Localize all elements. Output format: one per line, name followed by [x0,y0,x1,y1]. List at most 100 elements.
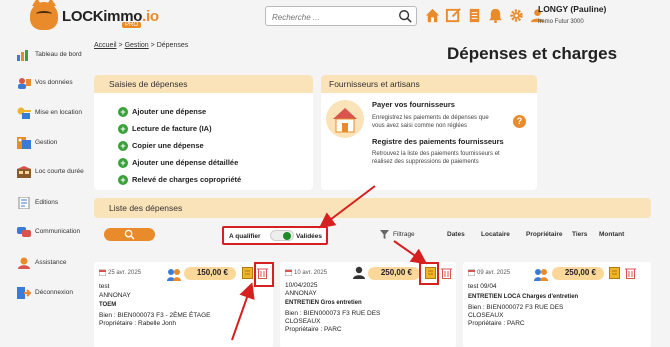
home-icon[interactable] [424,7,441,24]
expense-owner: Propriétaire : PARC [468,320,525,327]
sidebar-item-label: Déconnexion [35,288,73,296]
qualification-toggle: A qualifier Validées [222,226,328,245]
expense-amount: 250,00 € [368,267,420,280]
toggle-label-validated[interactable]: Validées [296,233,322,240]
sidebar-item-rental[interactable]: Mise en location [17,106,97,119]
add-detailed-expense-button[interactable]: + Ajouter une dépense détaillée [118,154,241,171]
expense-owner: Propriétaire : Rabelle Jonh [99,320,176,327]
expense-property: Bien : BIEN000073 F3 RUE DES [285,310,381,317]
pay-suppliers-description: Enregistrez les paiements de dépenses qu… [372,115,489,129]
dashboard-icon [17,48,31,61]
management-icon [17,136,31,149]
document-icon[interactable] [242,267,253,279]
sidebar-item-short-term[interactable]: Loc courte durée [17,165,97,178]
plus-icon: + [118,140,128,151]
expense-label: test 09/04 [468,283,497,290]
data-icon [17,76,31,89]
house-icon [326,100,364,138]
document-icon[interactable] [609,267,620,279]
validated-toggle-switch[interactable] [270,230,294,241]
search-icon [124,229,135,240]
brand-badge: PRO [122,22,142,28]
search-icon[interactable] [398,9,412,23]
action-label: Lecture de facture (IA) [132,124,212,133]
sidebar-item-assistance[interactable]: Assistance [17,256,97,269]
sidebar-item-label: Editions [35,198,59,206]
short-term-icon [17,165,31,178]
sidebar-item-label: Gestion [35,138,58,146]
expense-category: ENTRETIEN LOCA Charges d'entretien [468,294,579,300]
document-highlight-box [419,262,439,285]
page-title: Dépenses et charges [447,44,618,63]
expense-property-cont: CLOSEAUX [285,318,321,325]
delete-highlight-box [254,262,274,287]
filter-label: Filtrage [393,231,415,238]
filter-button[interactable]: Filtrage [380,230,415,239]
bell-icon[interactable] [487,7,504,24]
pay-suppliers-link[interactable]: Payer vos fournisseurs [372,100,455,109]
expense-entry-title: Saisies de dépenses [94,75,313,93]
sidebar-item-logout[interactable]: Déconnexion [17,286,97,299]
column-tenant[interactable]: Locataire [481,231,510,238]
breadcrumb-current: Dépenses [156,42,189,49]
expense-city: ANNONAY [99,292,131,299]
app-logo[interactable]: LOCKimmo.io PRO [30,0,159,32]
sidebar-item-dashboard[interactable]: Tableau de bord [17,48,97,61]
sidebar-item-editions[interactable]: Editions [17,196,97,210]
sidebar-item-communication[interactable]: Communication [17,225,97,237]
toolbar-icons [424,7,546,25]
plus-icon: + [118,123,128,134]
read-invoice-ai-button[interactable]: + Lecture de facture (IA) [118,120,241,137]
filter-icon [380,230,389,239]
expense-date: 10 avr. 2025 [294,269,328,276]
delete-icon[interactable] [441,267,452,279]
delete-icon[interactable] [625,267,636,279]
expense-label: test [99,283,110,290]
toggle-label-to-qualify[interactable]: A qualifier [229,233,261,240]
gear-icon[interactable] [508,7,525,24]
breadcrumb: Accueil > Gestion > Dépenses [94,42,188,49]
column-third-party[interactable]: Tiers [572,231,587,238]
editions-icon [17,196,31,210]
user-info[interactable]: LONGY (Pauline) Immo Futur 3000 [538,4,606,25]
search-input[interactable] [266,8,391,27]
help-button[interactable]: ? [513,115,526,128]
breadcrumb-section-link[interactable]: Gestion [125,42,149,49]
people-icon [167,269,181,281]
calendar-icon [468,269,475,276]
copy-expense-button[interactable]: + Copier une dépense [118,137,241,154]
arrow-to-document [393,240,428,265]
expense-card[interactable]: 25 avr. 2025 150,00 € test ANNONAY TOEM … [94,262,273,347]
expense-search-button[interactable] [104,228,155,241]
rental-icon [17,106,31,119]
expense-category: TOEM [99,302,117,308]
column-owner[interactable]: Propriétaire [526,231,563,238]
condo-charges-statement-button[interactable]: + Relevé de charges copropriété [118,171,241,188]
suppliers-card: Fournisseurs et artisans Payer vos fourn… [321,75,537,190]
document-icon[interactable] [466,7,483,24]
brand-suffix: .io [142,8,159,25]
sidebar-item-label: Mise en location [35,108,82,116]
column-dates[interactable]: Dates [447,231,465,238]
supplier-payments-register-link[interactable]: Registre des paiements fournisseurs [372,137,504,146]
sidebar-item-management[interactable]: Gestion [17,136,97,149]
sidebar-item-label: Tableau de bord [35,50,82,58]
logout-icon [17,286,32,299]
plus-icon: + [118,106,128,117]
sidebar-item-data[interactable]: Vos données [17,76,97,89]
expense-actions-list: + Ajouter une dépense + Lecture de facture… [118,103,241,188]
expense-property-cont: CLOSEAUX [468,312,504,319]
breadcrumb-separator: > [150,42,155,49]
column-amount[interactable]: Montant [599,231,624,238]
suppliers-title: Fournisseurs et artisans [321,75,537,93]
sidebar-item-label: Vos données [35,78,73,86]
expense-property: Bien : BIEN000073 F3 - 2ÈME ÉTAGE [99,312,211,319]
sidebar-item-label: Assistance [35,258,67,266]
calendar-icon [99,269,106,276]
expense-category: ENTRETIEN Gros entretien [285,300,362,306]
edit-icon[interactable] [445,7,462,24]
expense-card[interactable]: 09 avr. 2025 250,00 € test 09/04 ENTRETI… [463,262,651,347]
breadcrumb-home-link[interactable]: Accueil [94,42,117,49]
expense-entry-card: Saisies de dépenses + Ajouter une dépense… [94,75,313,190]
add-expense-button[interactable]: + Ajouter une dépense [118,103,241,120]
